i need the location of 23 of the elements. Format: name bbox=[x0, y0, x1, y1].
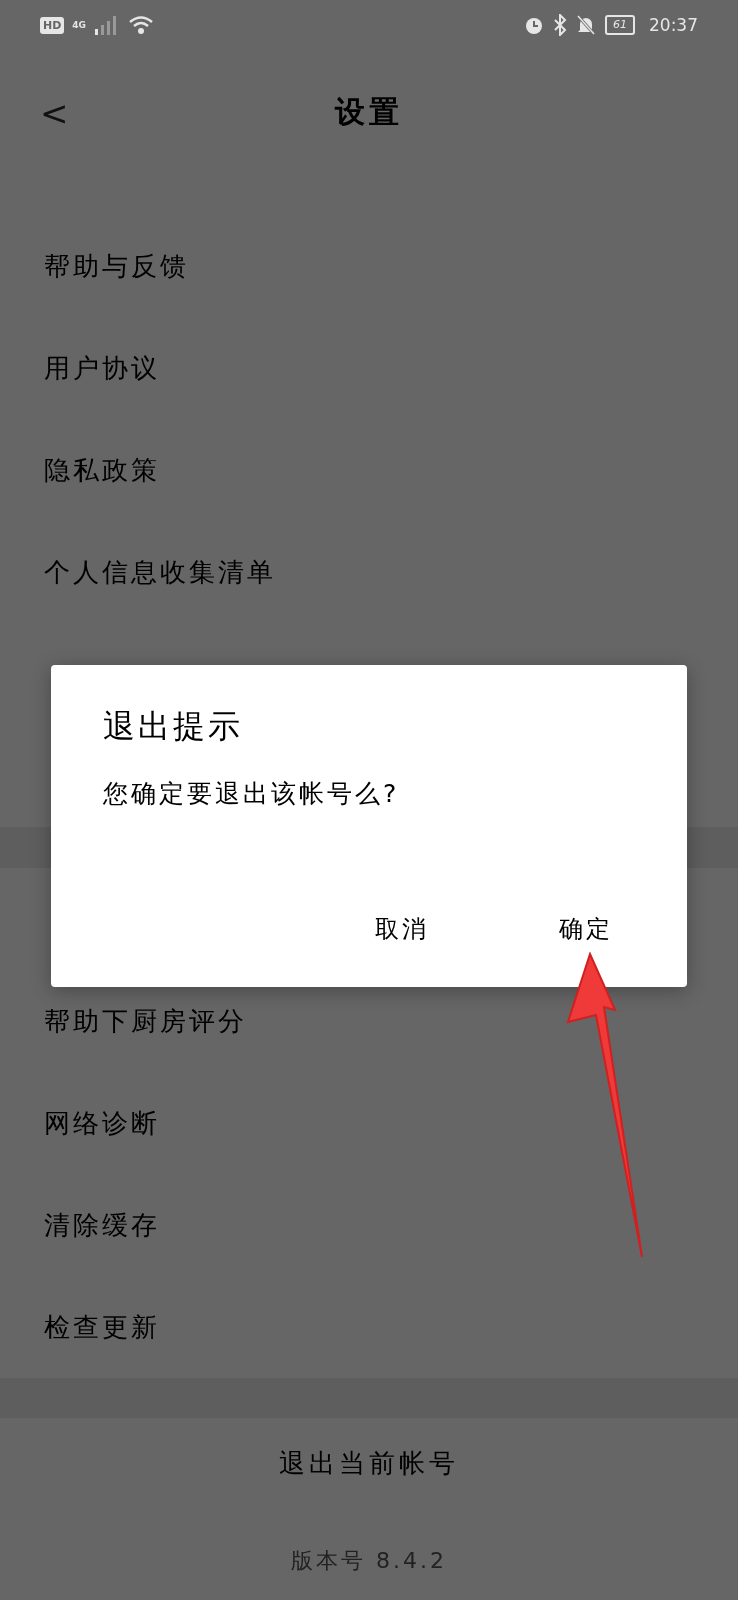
clock: 20:37 bbox=[649, 15, 698, 35]
dialog-button[interactable]: 确定 bbox=[555, 909, 617, 949]
version-label: 版本号 8.4.2 bbox=[291, 1548, 447, 1573]
settings-item[interactable]: 帮助与反馈 bbox=[44, 248, 189, 284]
settings-item[interactable]: 隐私政策 bbox=[44, 452, 160, 488]
bluetooth-icon bbox=[553, 14, 567, 36]
network-label: 4G bbox=[72, 20, 86, 30]
battery-level: 61 bbox=[605, 15, 635, 35]
settings-item[interactable]: 清除缓存 bbox=[44, 1207, 160, 1243]
dialog-title: 退出提示 bbox=[103, 706, 243, 747]
settings-item[interactable]: 帮助下厨房评分 bbox=[44, 1003, 247, 1039]
logout-button[interactable]: 退出当前帐号 bbox=[273, 1444, 465, 1482]
settings-item[interactable]: 个人信息收集清单 bbox=[44, 554, 276, 590]
dialog-message: 您确定要退出该帐号么? bbox=[103, 778, 400, 810]
wifi-icon bbox=[128, 15, 154, 35]
dialog-button[interactable]: 取消 bbox=[371, 909, 433, 949]
back-button[interactable]: < bbox=[40, 92, 69, 133]
settings-item[interactable]: 网络诊断 bbox=[44, 1105, 160, 1141]
settings-item[interactable]: 检查更新 bbox=[44, 1309, 160, 1345]
hd-icon: HD bbox=[40, 16, 65, 34]
page-title: 设置 bbox=[335, 93, 403, 131]
muted-bell-icon bbox=[575, 14, 597, 36]
settings-item[interactable]: 用户协议 bbox=[44, 350, 160, 386]
